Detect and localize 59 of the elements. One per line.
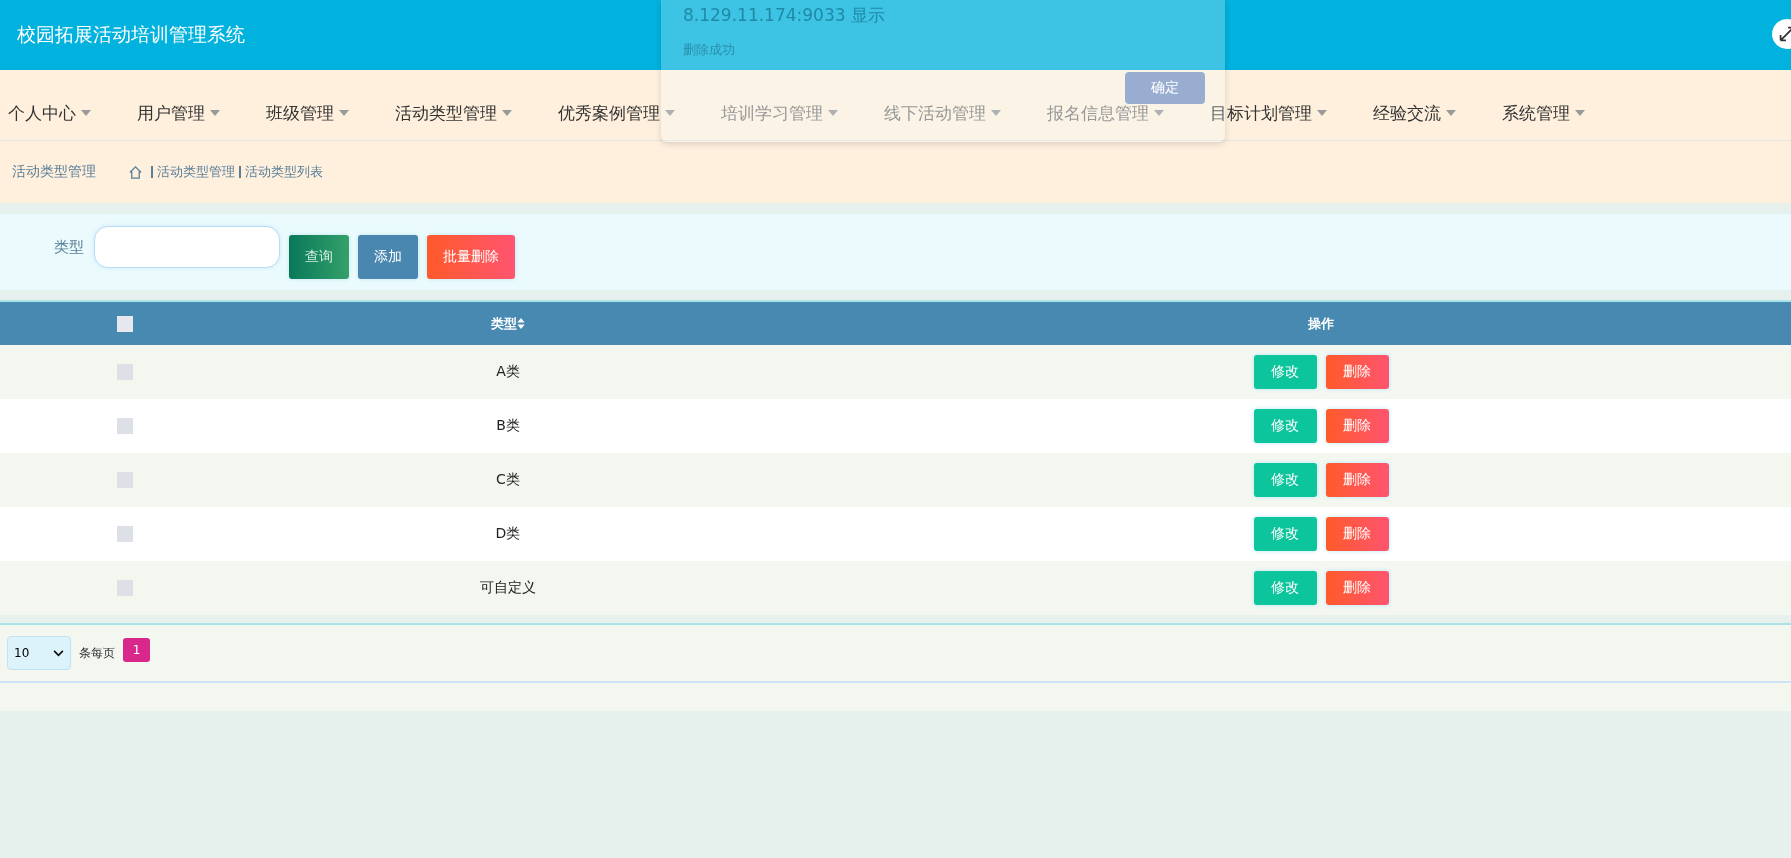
- page-title: 活动类型管理: [12, 163, 96, 181]
- nav-menu-item[interactable]: 线下活动管理: [884, 101, 1001, 125]
- table-cell: A类: [496, 363, 520, 379]
- home-icon[interactable]: [128, 164, 143, 180]
- table-cell: B类: [496, 417, 520, 433]
- caret-icon: [339, 110, 349, 116]
- nav-menu-item[interactable]: 目标计划管理: [1210, 101, 1327, 125]
- edit-button[interactable]: 修改: [1253, 355, 1317, 389]
- dialog-title: 8.129.11.174:9033 显示: [683, 4, 886, 27]
- nav-menu-item[interactable]: 培训学习管理: [721, 101, 838, 125]
- delete-button[interactable]: 删除: [1325, 571, 1389, 605]
- edit-button[interactable]: 修改: [1253, 463, 1317, 497]
- delete-button[interactable]: 删除: [1325, 409, 1389, 443]
- caret-icon: [1446, 110, 1456, 116]
- row-checkbox[interactable]: [117, 526, 133, 542]
- page-size-select[interactable]: 10: [7, 636, 71, 670]
- app-title: 校园拓展活动培训管理系统: [17, 22, 245, 47]
- caret-icon: [665, 110, 675, 116]
- sort-icon: [517, 318, 525, 329]
- ok-button[interactable]: 确定: [1125, 72, 1205, 104]
- delete-button[interactable]: 删除: [1325, 517, 1389, 551]
- page-button[interactable]: 1: [123, 638, 150, 662]
- nav-menu-item[interactable]: 系统管理: [1502, 101, 1585, 125]
- add-button[interactable]: 添加: [358, 235, 418, 279]
- nav-menu-item[interactable]: 优秀案例管理: [558, 101, 675, 125]
- select-all-checkbox[interactable]: [117, 315, 133, 332]
- search-button[interactable]: 查询: [289, 235, 349, 279]
- row-checkbox[interactable]: [117, 418, 133, 434]
- nav-menu-item[interactable]: 报名信息管理: [1047, 101, 1164, 125]
- edit-button[interactable]: 修改: [1253, 517, 1317, 551]
- caret-icon: [991, 110, 1001, 116]
- nav-menu-item[interactable]: 活动类型管理: [395, 101, 512, 125]
- breadcrumb-link[interactable]: 活动类型管理: [157, 163, 235, 181]
- chevron-down-icon: [53, 649, 64, 657]
- edit-button[interactable]: 修改: [1253, 409, 1317, 443]
- caret-icon: [210, 110, 220, 116]
- per-page-label: 条每页: [79, 644, 115, 662]
- breadcrumb-link[interactable]: 活动类型列表: [245, 163, 323, 181]
- delete-button[interactable]: 删除: [1325, 463, 1389, 497]
- delete-button[interactable]: 批量删除: [427, 235, 515, 279]
- caret-icon: [502, 110, 512, 116]
- column-header: 操作: [1308, 314, 1334, 333]
- field-label: 类型: [54, 237, 84, 257]
- nav-menu-item[interactable]: 班级管理: [266, 101, 349, 125]
- caret-icon: [81, 110, 91, 116]
- caret-icon: [828, 110, 838, 116]
- edit-button[interactable]: 修改: [1253, 571, 1317, 605]
- delete-button[interactable]: 删除: [1325, 355, 1389, 389]
- caret-icon: [1154, 110, 1164, 116]
- table-cell: D类: [495, 525, 521, 541]
- column-header[interactable]: 类型: [491, 314, 525, 333]
- table-cell: 可自定义: [480, 579, 536, 595]
- table-cell: C类: [496, 471, 520, 487]
- type-search-field[interactable]: [94, 226, 280, 268]
- nav-menu-item[interactable]: 经验交流: [1373, 101, 1456, 125]
- caret-icon: [1317, 110, 1327, 116]
- caret-icon: [1575, 110, 1585, 116]
- nav-menu-item[interactable]: 用户管理: [137, 101, 220, 125]
- nav-menu-item[interactable]: 个人中心: [8, 101, 91, 125]
